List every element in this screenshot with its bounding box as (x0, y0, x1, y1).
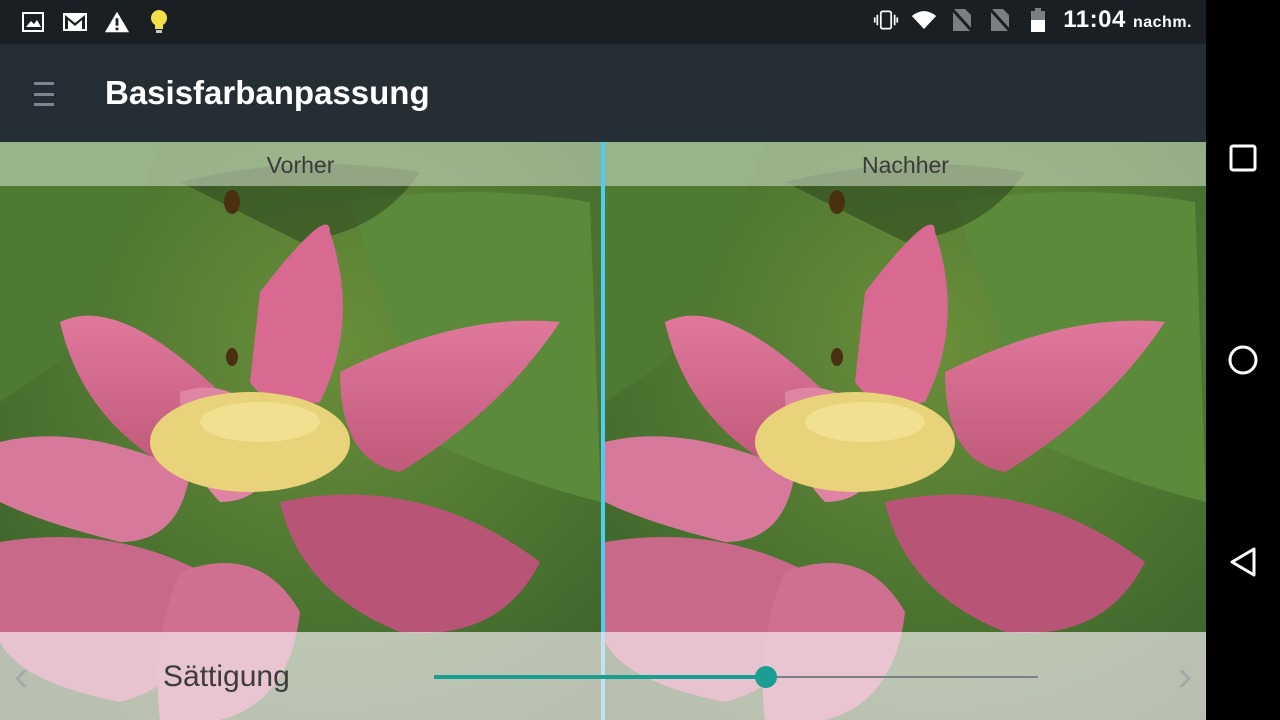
status-left-icons (20, 8, 172, 36)
vibrate-icon (873, 6, 899, 34)
battery-icon (1025, 6, 1051, 34)
page-title: Basisfarbanpassung (105, 74, 430, 111)
photo-comparison: Vorher Nachher ‹ Sättigung › (0, 142, 1206, 720)
previous-adjustment-chevron-icon[interactable]: ‹ (14, 654, 29, 698)
no-sim-icon (987, 6, 1013, 34)
saturation-slider-fill (434, 675, 767, 679)
saturation-slider[interactable] (434, 666, 1038, 688)
adjustment-label: Sättigung (163, 660, 290, 693)
saturation-slider-thumb[interactable] (755, 666, 778, 688)
after-label: Nachher (605, 142, 1206, 186)
no-sim-icon (949, 6, 975, 34)
adjustment-control-bar: ‹ Sättigung › (0, 632, 1206, 720)
next-adjustment-chevron-icon[interactable]: › (1177, 654, 1192, 698)
recents-square-icon[interactable] (1224, 139, 1262, 177)
warning-icon (104, 8, 130, 36)
home-circle-icon[interactable] (1224, 341, 1262, 379)
status-right-icons: 11:04 nachm. (873, 6, 1192, 34)
system-nav-bar (1206, 0, 1280, 720)
status-bar: 11:04 nachm. (0, 0, 1206, 44)
back-triangle-icon[interactable] (1224, 543, 1262, 581)
wifi-icon (911, 6, 937, 34)
app-toolbar: Basisfarbanpassung (0, 44, 1206, 142)
gmail-icon (62, 8, 88, 36)
image-icon (20, 8, 46, 36)
before-label: Vorher (0, 142, 601, 186)
lightbulb-icon (146, 8, 172, 36)
hamburger-menu-icon[interactable] (28, 78, 60, 110)
status-clock: 11:04 nachm. (1063, 6, 1192, 33)
